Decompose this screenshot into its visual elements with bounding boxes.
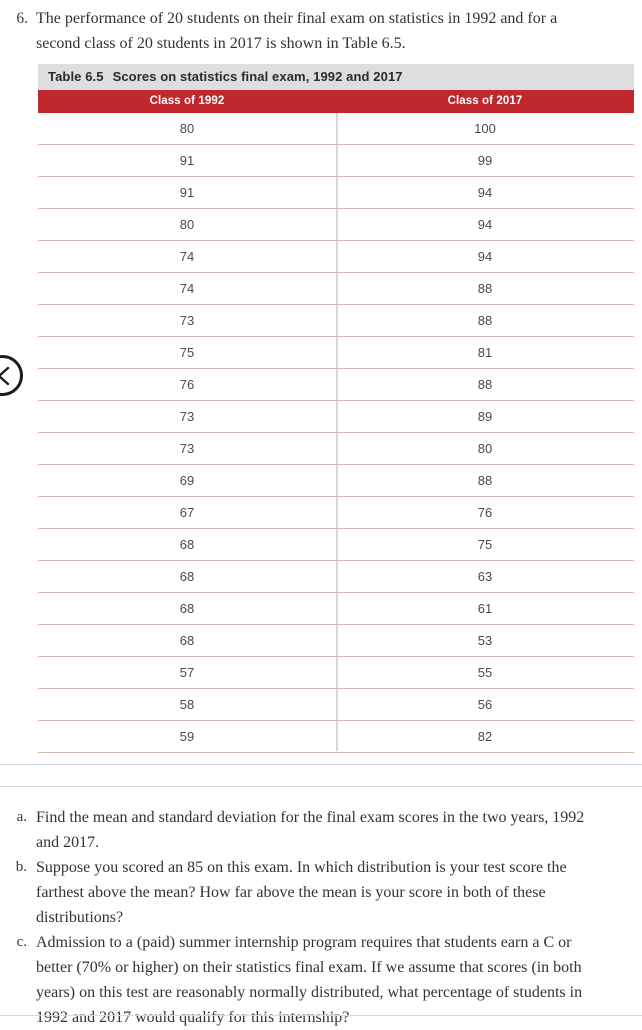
cell-1992: 58 — [179, 697, 195, 712]
table-row: 91 99 — [38, 145, 634, 177]
cell-2017: 100 — [474, 121, 496, 136]
table-caption-label: Table 6.5 — [48, 69, 104, 84]
cell-2017: 76 — [477, 505, 493, 520]
chevron-left-icon — [0, 365, 12, 387]
cell-2017: 56 — [477, 697, 493, 712]
cell-2017: 55 — [477, 665, 493, 680]
table-row: 58 56 — [38, 689, 634, 721]
previous-page-button[interactable] — [0, 355, 23, 396]
cell-2017: 99 — [477, 153, 493, 168]
subquestion-a: a. Find the mean and standard deviation … — [0, 805, 642, 855]
table-caption: Table 6.5 Scores on statistics final exam… — [38, 64, 634, 90]
table-body: 80 100 91 99 91 94 80 94 74 94 74 88 73 … — [38, 113, 634, 753]
table-row: 75 81 — [38, 337, 634, 369]
cell-2017: 88 — [477, 313, 493, 328]
subquestion-b: b. Suppose you scored an 85 on this exam… — [0, 855, 642, 930]
cell-1992: 57 — [179, 665, 195, 680]
section-divider-top — [0, 764, 642, 765]
question-stem-row: 6. The performance of 20 students on the… — [0, 6, 642, 56]
table-row: 67 76 — [38, 497, 634, 529]
cell-2017: 82 — [477, 729, 493, 744]
table-row: 57 55 — [38, 657, 634, 689]
table-row: 76 88 — [38, 369, 634, 401]
cell-2017: 88 — [477, 377, 493, 392]
table-row: 91 94 — [38, 177, 634, 209]
cell-1992: 74 — [179, 249, 195, 264]
column-header-class-2017: Class of 2017 — [447, 95, 523, 107]
cell-2017: 81 — [477, 345, 493, 360]
question-text: The performance of 20 students on their … — [36, 10, 558, 52]
cell-2017: 80 — [477, 441, 493, 456]
cell-1992: 76 — [179, 377, 195, 392]
cell-2017: 94 — [477, 217, 493, 232]
subquestion-b-text: Suppose you scored an 85 on this exam. I… — [36, 859, 567, 926]
cell-1992: 59 — [179, 729, 195, 744]
table-row: 68 53 — [38, 625, 634, 657]
cell-1992: 73 — [179, 441, 195, 456]
table-row: 73 80 — [38, 433, 634, 465]
cell-1992: 69 — [179, 473, 195, 488]
subquestion-list: a. Find the mean and standard deviation … — [0, 805, 642, 1030]
question-stem: 6. The performance of 20 students on the… — [0, 0, 642, 56]
table-row: 68 61 — [38, 593, 634, 625]
table-row: 80 94 — [38, 209, 634, 241]
cell-2017: 53 — [477, 633, 493, 648]
cell-2017: 94 — [477, 249, 493, 264]
cell-1992: 68 — [179, 633, 195, 648]
cell-1992: 73 — [179, 313, 195, 328]
table-row: 73 88 — [38, 305, 634, 337]
cell-1992: 68 — [179, 601, 195, 616]
table-row: 74 94 — [38, 241, 634, 273]
cell-2017: 75 — [477, 537, 493, 552]
cell-1992: 73 — [179, 409, 195, 424]
subquestion-a-marker: a. — [16, 809, 27, 825]
scores-table: Table 6.5 Scores on statistics final exam… — [38, 64, 634, 753]
table-header-row: Class of 1992 Class of 2017 — [38, 90, 634, 113]
table-row: 68 63 — [38, 561, 634, 593]
table-row: 59 82 — [38, 721, 634, 753]
table-row: 73 89 — [38, 401, 634, 433]
cell-2017: 63 — [477, 569, 493, 584]
subquestion-b-marker: b. — [15, 859, 27, 875]
cell-1992: 91 — [179, 185, 195, 200]
cell-2017: 61 — [477, 601, 493, 616]
cell-2017: 89 — [477, 409, 493, 424]
table-row: 80 100 — [38, 113, 634, 145]
cell-1992: 67 — [179, 505, 195, 520]
cell-1992: 80 — [179, 217, 195, 232]
cell-2017: 88 — [477, 281, 493, 296]
subquestion-c-marker: c. — [16, 934, 27, 950]
cell-2017: 94 — [477, 185, 493, 200]
column-header-class-1992: Class of 1992 — [149, 95, 225, 107]
table-row: 74 88 — [38, 273, 634, 305]
subquestion-a-text: Find the mean and standard deviation for… — [36, 809, 585, 851]
cell-2017: 88 — [477, 473, 493, 488]
cell-1992: 68 — [179, 537, 195, 552]
section-divider-bottom — [0, 786, 642, 787]
table-caption-title: Scores on statistics final exam, 1992 an… — [112, 69, 403, 84]
cell-1992: 68 — [179, 569, 195, 584]
table-row: 69 88 — [38, 465, 634, 497]
table-row: 68 75 — [38, 529, 634, 561]
cell-1992: 80 — [179, 121, 195, 136]
page-footer-divider — [0, 1015, 642, 1016]
cell-1992: 75 — [179, 345, 195, 360]
cell-1992: 91 — [179, 153, 195, 168]
question-number: 6. — [16, 10, 28, 27]
cell-1992: 74 — [179, 281, 195, 296]
